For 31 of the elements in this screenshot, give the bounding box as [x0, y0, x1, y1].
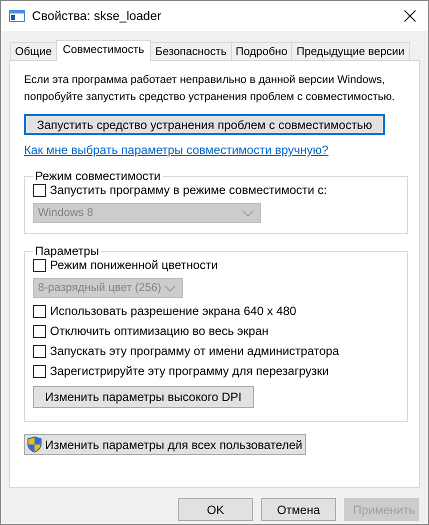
checkbox[interactable] — [33, 304, 46, 318]
troubleshoot-button[interactable]: Запустить средство устранения проблем с совместимостью — [24, 114, 386, 135]
dpi-settings-button[interactable]: Изменить параметры высокого DPI — [33, 386, 254, 408]
checkbox-label[interactable]: Зарегистрируйте эту программу для перезагрузки — [50, 364, 329, 378]
window-icon — [9, 10, 25, 22]
group-title: Режим совместимости — [34, 169, 162, 183]
checkbox-label[interactable]: Режим пониженной цветности — [50, 258, 218, 272]
tab[interactable]: Подробно — [230, 42, 292, 60]
checkbox[interactable] — [33, 344, 46, 358]
checkbox-label[interactable]: Запускать эту программу от имени администратора — [50, 344, 340, 358]
tab[interactable]: Совместимость — [56, 40, 152, 61]
dialog-button[interactable]: Отмена — [261, 498, 336, 521]
checkbox[interactable] — [33, 324, 46, 338]
tab[interactable]: Предыдущие версии — [291, 42, 410, 60]
checkbox-label[interactable]: Отключить оптимизацию во весь экран — [50, 324, 268, 338]
checkbox[interactable] — [33, 258, 46, 272]
checkbox-label[interactable]: Запустить программу в режиме совместимости с: — [50, 183, 327, 197]
close-icon[interactable] — [404, 10, 416, 22]
intro-text: Если эта программа работает неправильно в данной версии Windows, попробуйте запустить средство устранения проблем с совместимостью. — [24, 73, 396, 105]
chevron-down-icon — [242, 210, 254, 216]
tab[interactable]: Общие — [10, 42, 57, 60]
all-users-button[interactable]: Изменить параметры для всех пользователей — [24, 434, 306, 455]
checkbox[interactable] — [33, 184, 46, 196]
dialog-button[interactable]: OK — [178, 498, 253, 521]
shield-icon — [27, 436, 42, 453]
window-title: Свойства: skse_loader — [32, 9, 162, 23]
checkbox[interactable] — [33, 364, 46, 378]
checkbox-label[interactable]: Использовать разрешение экрана 640 x 480 — [50, 304, 296, 318]
help-link[interactable]: Как мне выбрать параметры совместимости вручную? — [24, 143, 328, 157]
chevron-down-icon — [164, 284, 176, 292]
group-title: Параметры — [34, 244, 100, 258]
